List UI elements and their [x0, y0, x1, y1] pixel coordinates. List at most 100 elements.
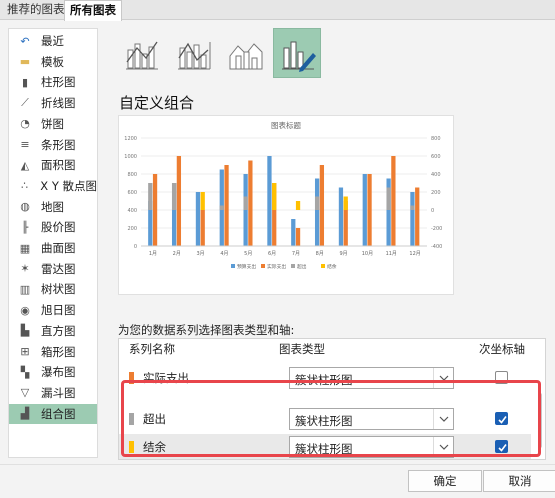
sidebar-item-label: 直方图: [41, 323, 76, 338]
sidebar-item-label: 地图: [41, 199, 64, 214]
series-table-scrollbar[interactable]: [537, 363, 543, 453]
combo-column-line-secondary-icon[interactable]: [169, 28, 217, 78]
y2-tick-label: -400: [431, 244, 442, 250]
y2-tick-label: -200: [431, 226, 442, 232]
sidebar-item[interactable]: ▥ 树状图: [9, 279, 97, 299]
line-chart-icon: ⟋: [21, 96, 29, 110]
bar-预算支出: [314, 178, 320, 246]
chart-type-dropdown[interactable]: 簇状柱形图: [289, 408, 454, 430]
series-color-swatch: [129, 372, 134, 384]
x-tick-label: 7月: [292, 251, 300, 257]
sidebar-item[interactable]: ◭ 面积图: [9, 155, 97, 175]
sidebar-item[interactable]: ⟋ 折线图: [9, 93, 97, 113]
bar-chart-icon: ≡: [20, 138, 30, 151]
secondary-axis-checkbox[interactable]: [495, 440, 508, 453]
series-color-swatch: [129, 441, 134, 453]
sidebar-item[interactable]: ↶ 最近: [9, 31, 97, 51]
sidebar-item[interactable]: ▚ 瀑布图: [9, 362, 97, 382]
combo-chart-icon: ▟: [20, 407, 30, 421]
sidebar-item[interactable]: ◔ 饼图: [9, 114, 97, 134]
pie-chart-icon: ◔: [20, 117, 30, 131]
y2-tick-label: 600: [431, 154, 441, 160]
box-whisker-chart-icon: ⊞: [20, 345, 30, 358]
y-tick-label: 600: [127, 190, 137, 196]
bar-超出: [410, 205, 415, 210]
bar-实际支出: [248, 160, 253, 246]
bar-预算支出: [362, 174, 367, 246]
sidebar-item[interactable]: ╟ 股价图: [9, 217, 97, 237]
x-tick-label: 8月: [316, 251, 324, 257]
x-tick-label: 1月: [149, 251, 157, 257]
bar-实际支出: [152, 174, 158, 246]
secondary-axis-checkbox[interactable]: [495, 371, 508, 384]
sidebar-item-label: 雷达图: [41, 261, 76, 276]
sidebar-item[interactable]: ▙ 直方图: [9, 321, 97, 341]
area-chart-icon: ◭: [20, 158, 30, 172]
series-row: 实际支出 簇状柱形图: [119, 365, 531, 391]
secondary-axis-checkbox[interactable]: [495, 412, 508, 425]
sidebar-item-label: 组合图: [41, 406, 76, 421]
bar-结余: [343, 196, 348, 210]
sidebar-item[interactable]: ▽ 漏斗图: [9, 383, 97, 403]
sidebar-item[interactable]: ▬ 模板: [9, 52, 97, 72]
combo-area-column-icon[interactable]: [221, 28, 269, 78]
bar-超出: [243, 196, 248, 210]
sidebar-item[interactable]: ✶ 雷达图: [9, 259, 97, 279]
chevron-down-icon[interactable]: [433, 437, 453, 457]
series-section-label: 为您的数据系列选择图表类型和轴:: [118, 323, 295, 337]
sidebar-item-label: 曲面图: [41, 241, 76, 255]
waterfall-chart-icon: ▚: [20, 365, 30, 379]
sidebar-item-label: 模板: [41, 54, 64, 69]
y2-tick-label: 800: [431, 136, 441, 142]
x-tick-label: 12月: [409, 251, 420, 257]
chevron-down-icon[interactable]: [433, 409, 453, 429]
sidebar-item[interactable]: ▦ 曲面图: [9, 238, 97, 258]
y2-tick-label: 200: [431, 190, 441, 196]
bar-预算支出: [267, 156, 272, 246]
sidebar-item-label: 条形图: [41, 137, 76, 152]
bar-预算支出: [291, 219, 296, 246]
x-tick-label: 9月: [339, 251, 347, 257]
chevron-down-icon[interactable]: [433, 368, 453, 388]
sidebar-item-label: 树状图: [41, 282, 76, 297]
sidebar-item[interactable]: ◉ 旭日图: [9, 300, 97, 320]
treemap-chart-icon: ▥: [19, 282, 31, 296]
legend-swatch: [231, 264, 235, 268]
footer-divider: [0, 464, 555, 465]
legend-label: 预算支出: [237, 263, 256, 270]
bar-超出: [171, 183, 177, 210]
chart-title: 图表标题: [271, 120, 301, 130]
chart-type-dropdown[interactable]: 簇状柱形图: [289, 436, 454, 458]
combo-column-line-icon[interactable]: [117, 28, 165, 78]
bar-超出: [219, 205, 224, 210]
tab-all-charts[interactable]: 所有图表: [64, 0, 122, 21]
sidebar-item-label: 柱形图: [41, 75, 76, 90]
funnel-chart-icon: ▽: [20, 386, 30, 400]
y-tick-label: 200: [127, 226, 137, 232]
chart-type-dropdown[interactable]: 簇状柱形图: [289, 367, 454, 389]
x-tick-label: 6月: [268, 251, 276, 257]
series-table: 系列名称 图表类型 次坐标轴 实际支出 簇状柱形图 超出 簇状柱形图 结余 簇状柱形图: [118, 338, 546, 460]
bar-超出: [386, 187, 391, 210]
x-tick-label: 5月: [244, 251, 252, 257]
sidebar-item[interactable]: ⊞ 箱形图: [9, 342, 97, 362]
ok-button[interactable]: 确定: [408, 470, 482, 492]
combo-title: 自定义组合: [119, 94, 195, 112]
bar-实际支出: [415, 187, 420, 246]
sidebar-item[interactable]: ≡ 条形图: [9, 135, 97, 155]
tab-bar: 推荐的图表 所有图表: [0, 0, 555, 21]
scrollbar-thumb[interactable]: [538, 393, 542, 448]
legend-label: 超出: [297, 263, 307, 270]
sidebar-item[interactable]: ▟ 组合图: [9, 403, 97, 424]
series-color-swatch: [129, 413, 134, 425]
chart-preview: 图表标题 0 200 400 600 800 1000 1200 -400 -200 0 200 400…: [118, 115, 454, 295]
series-name: 超出: [143, 412, 166, 426]
sidebar-item[interactable]: ▮ 柱形图: [9, 72, 97, 92]
custom-combo-icon[interactable]: [273, 28, 321, 78]
legend-swatch: [291, 264, 295, 268]
sidebar-item[interactable]: ◍ 地图: [9, 197, 97, 217]
sidebar-item[interactable]: ∴ X Y 散点图: [9, 176, 97, 196]
tab-recommended-charts[interactable]: 推荐的图表: [2, 0, 70, 20]
histogram-chart-icon: ▙: [20, 324, 30, 338]
cancel-button[interactable]: 取消: [483, 470, 555, 492]
